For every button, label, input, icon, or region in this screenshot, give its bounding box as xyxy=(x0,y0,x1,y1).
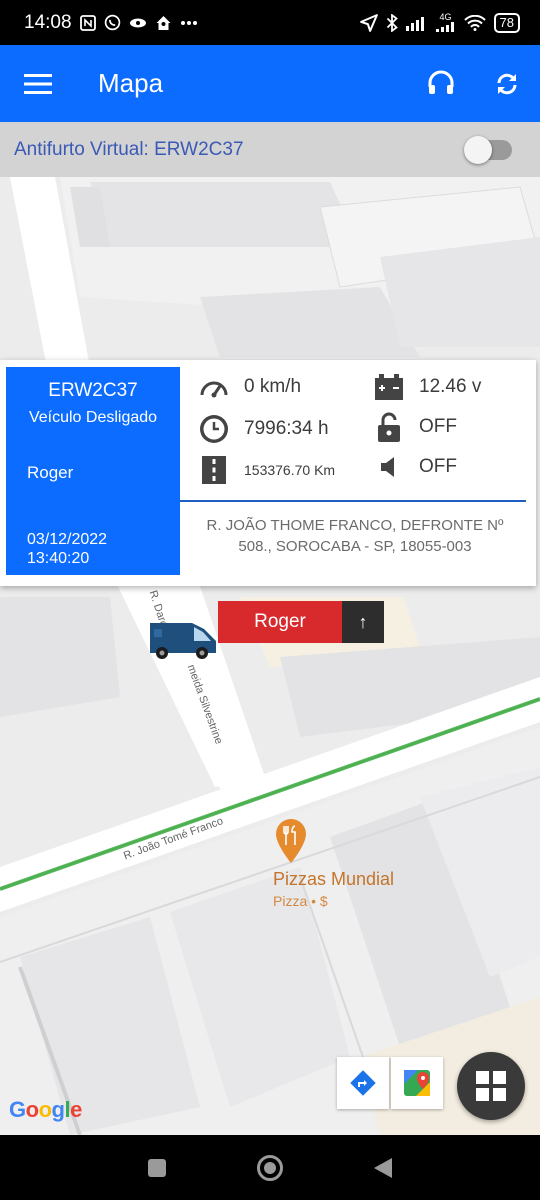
page-title: Mapa xyxy=(98,68,164,98)
menu-button[interactable] xyxy=(0,45,76,122)
last-update-date: 03/12/2022 xyxy=(27,531,108,548)
hamburger-menu-icon xyxy=(24,73,52,94)
vehicle-info-card[interactable]: ERW2C37 Veículo Desligado Roger 03/12/20… xyxy=(0,360,536,586)
vehicle-summary-panel: ERW2C37 Veículo Desligado Roger 03/12/20… xyxy=(6,367,180,575)
back-triangle-icon xyxy=(374,1157,393,1178)
poi-name[interactable]: Pizzas Mundial xyxy=(273,869,394,890)
battery-level: 78 xyxy=(499,15,514,30)
last-update-time: 13:40:20 xyxy=(27,550,90,567)
more-notifications-icon xyxy=(180,20,198,26)
lock-status-value: OFF xyxy=(419,416,457,437)
wifi-icon xyxy=(463,14,486,31)
grid-icon xyxy=(476,1071,506,1101)
car-battery-icon xyxy=(373,371,405,403)
vehicle-marker-label[interactable]: Roger ↑ xyxy=(218,601,384,643)
sound-status-value: OFF xyxy=(419,456,457,477)
bluetooth-icon xyxy=(386,13,398,32)
map-background xyxy=(0,177,540,1135)
hours-value: 7996:34 h xyxy=(244,418,329,439)
refresh-button[interactable] xyxy=(474,45,540,122)
directions-icon xyxy=(350,1070,376,1096)
unlock-icon xyxy=(373,411,405,443)
vehicle-van-icon[interactable] xyxy=(148,615,220,661)
restaurant-pin-icon[interactable] xyxy=(276,819,306,863)
last-update: 03/12/2022 13:40:20 xyxy=(27,530,107,568)
speed-metric: 0 km/h xyxy=(198,371,301,403)
vehicle-plate: ERW2C37 xyxy=(48,380,138,401)
antitheft-label: Antifurto Virtual: ERW2C37 xyxy=(14,138,244,160)
heading-arrow-icon: ↑ xyxy=(342,601,384,643)
map-view[interactable]: R. Darc meida Silvestrine R. João Tomé F… xyxy=(0,177,540,1135)
headset-icon xyxy=(428,70,454,94)
recents-icon xyxy=(147,1158,166,1177)
poi-category: Pizza • $ xyxy=(273,893,328,909)
directions-button[interactable] xyxy=(337,1057,389,1109)
odometer-value: 153376.70 Km xyxy=(244,462,336,478)
road-icon xyxy=(198,454,230,486)
speedometer-icon xyxy=(198,371,230,403)
hours-metric: 7996:34 h xyxy=(198,413,329,445)
recents-button[interactable] xyxy=(137,1148,177,1188)
battery-metric: 12.46 v xyxy=(373,371,481,403)
mobile-data-icon: 4G xyxy=(435,12,456,32)
speed-value: 0 km/h xyxy=(244,376,302,397)
info-divider xyxy=(180,500,526,502)
nfc-icon xyxy=(79,14,96,31)
support-button[interactable] xyxy=(408,45,474,122)
system-nav-bar xyxy=(0,1135,540,1200)
sound-metric: OFF xyxy=(373,451,457,483)
toggle-knob xyxy=(464,135,492,164)
whatsapp-icon xyxy=(104,14,121,31)
location-icon xyxy=(359,13,378,32)
vehicle-marker-name: Roger xyxy=(218,601,342,643)
lock-metric: OFF xyxy=(373,411,457,443)
status-right: 4G 78 xyxy=(359,12,520,33)
eye-icon xyxy=(129,17,147,29)
status-time: 14:08 xyxy=(24,11,72,33)
clock-icon xyxy=(198,413,230,445)
grid-menu-button[interactable] xyxy=(457,1052,525,1120)
speaker-icon xyxy=(373,451,405,483)
app-bar: Mapa xyxy=(0,45,540,122)
open-google-maps-button[interactable] xyxy=(391,1057,443,1109)
signal-icon xyxy=(405,15,428,31)
home-circle-icon xyxy=(256,1154,283,1181)
home-icon xyxy=(155,15,172,31)
odometer-metric: 153376.70 Km xyxy=(198,454,335,486)
back-button[interactable] xyxy=(363,1148,403,1188)
status-left: 14:08 xyxy=(24,12,198,34)
home-button[interactable] xyxy=(250,1148,290,1188)
refresh-icon xyxy=(497,73,517,94)
engine-state: Veículo Desligado xyxy=(28,409,158,426)
network-type: 4G xyxy=(439,12,452,22)
google-logo: Google xyxy=(9,1097,82,1122)
battery-voltage-value: 12.46 v xyxy=(419,376,482,397)
antitheft-row: Antifurto Virtual: ERW2C37 xyxy=(0,122,540,177)
vehicle-address: R. JOÃO THOME FRANCO, DEFRONTE Nº 508., … xyxy=(206,517,504,555)
google-maps-icon xyxy=(404,1070,430,1096)
antitheft-toggle[interactable] xyxy=(464,135,512,164)
driver-name: Roger xyxy=(27,463,74,482)
status-bar: 14:08 4G 78 xyxy=(0,0,540,45)
battery-indicator: 78 xyxy=(493,12,520,33)
